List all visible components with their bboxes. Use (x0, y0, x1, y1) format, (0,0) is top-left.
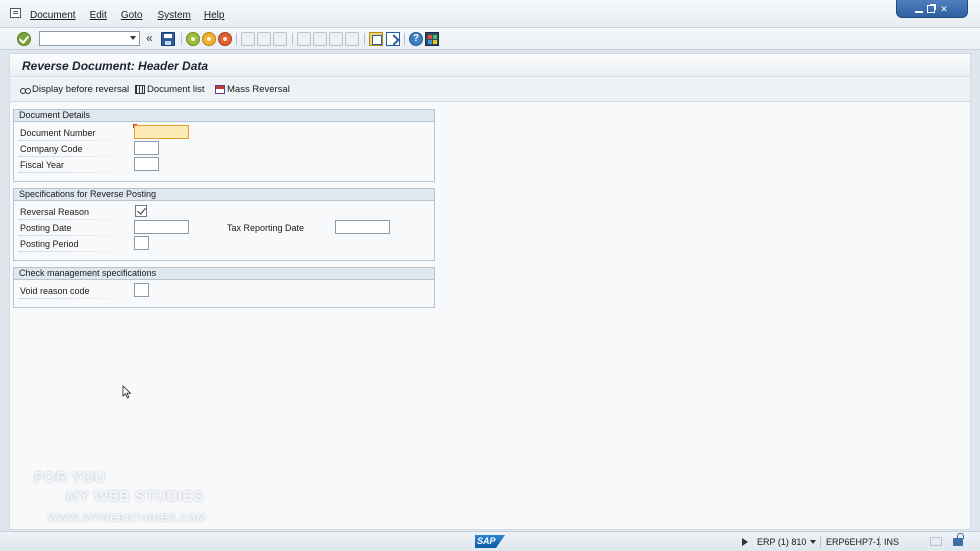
content-area: Reverse Document: Header Data Display be… (9, 53, 971, 530)
title-bar: Reverse Document: Header Data (10, 54, 970, 77)
menu-bar: Document Edit Goto System Help ✕ (0, 0, 980, 28)
chevron-down-icon[interactable] (130, 36, 136, 40)
list-icon (135, 85, 145, 94)
menu-system[interactable]: System (158, 10, 191, 21)
document-list-button[interactable]: Document list (135, 84, 205, 95)
reversal-reason-label: Reversal Reason (20, 207, 90, 217)
toolbar-separator (364, 33, 365, 45)
label-underline (18, 156, 132, 157)
group-heading: Document Details (14, 110, 434, 122)
reverse-posting-group: Specifications for Reverse Posting Rever… (13, 188, 435, 261)
display-before-reversal-button[interactable]: Display before reversal (20, 84, 129, 95)
cancel-icon[interactable] (218, 32, 232, 46)
lock-icon[interactable] (953, 533, 964, 546)
window-controls: ✕ (896, 0, 968, 18)
status-separator (879, 536, 880, 548)
sap-logo: SAP (475, 535, 505, 548)
back-icon[interactable] (186, 32, 200, 46)
label-underline (18, 251, 132, 252)
document-number-field[interactable] (133, 124, 189, 139)
find-next-icon[interactable] (273, 32, 287, 46)
group-heading: Specifications for Reverse Posting (14, 189, 434, 201)
input-mode[interactable]: INS (884, 537, 899, 547)
status-icon (930, 537, 942, 546)
exit-icon[interactable] (202, 32, 216, 46)
collapse-command-icon[interactable]: « (146, 32, 156, 47)
chevron-down-icon[interactable] (810, 540, 816, 544)
system-info[interactable]: ERP (1) 810 (757, 537, 806, 547)
posting-date-field[interactable] (134, 220, 189, 234)
mouse-cursor-icon (122, 385, 132, 399)
label-underline (18, 140, 132, 141)
document-list-label: Document list (147, 84, 205, 95)
shortcut-icon[interactable] (386, 32, 400, 46)
last-page-icon[interactable] (345, 32, 359, 46)
company-code-label: Company Code (20, 144, 83, 154)
menu-edit[interactable]: Edit (90, 10, 107, 21)
next-page-icon[interactable] (329, 32, 343, 46)
server-name: ERP6EHP7-1 (826, 537, 882, 547)
toolbar-separator (404, 33, 405, 45)
menu-app-icon[interactable] (10, 8, 21, 18)
help-icon[interactable]: ? (409, 32, 423, 46)
page-title: Reverse Document: Header Data (22, 59, 209, 73)
menu-help[interactable]: Help (204, 10, 225, 21)
standard-toolbar: « ? (0, 28, 980, 50)
application-toolbar: Display before reversal Document list Ma… (10, 78, 970, 102)
play-icon[interactable] (742, 538, 748, 546)
status-separator (820, 536, 821, 548)
toolbar-separator (236, 33, 237, 45)
void-reason-code-label: Void reason code (20, 286, 90, 296)
toolbar-separator (181, 33, 182, 45)
glasses-icon (20, 85, 31, 94)
company-code-field[interactable] (134, 141, 159, 155)
void-reason-code-field[interactable] (134, 283, 149, 297)
fiscal-year-label: Fiscal Year (20, 160, 65, 170)
posting-period-label: Posting Period (20, 239, 79, 249)
first-page-icon[interactable] (297, 32, 311, 46)
watermark-line-2: MY WEB STUDIES (66, 488, 204, 505)
menu-goto[interactable]: Goto (121, 10, 143, 21)
tax-reporting-date-label: Tax Reporting Date (227, 223, 305, 233)
document-details-group: Document Details Document Number Company… (13, 109, 435, 182)
posting-period-field[interactable] (134, 236, 149, 250)
command-field[interactable] (39, 31, 140, 46)
group-heading: Check management specifications (14, 268, 434, 280)
label-underline (18, 172, 132, 173)
mass-reversal-label: Mass Reversal (227, 84, 290, 95)
label-underline (18, 219, 132, 220)
save-icon[interactable] (161, 32, 175, 46)
toolbar-separator (292, 33, 293, 45)
restore-icon[interactable] (927, 4, 935, 13)
mass-reversal-icon (215, 85, 225, 94)
check-management-group: Check management specifications Void rea… (13, 267, 435, 308)
minimize-icon[interactable] (915, 5, 923, 13)
watermark-line-1: FOR YOU (34, 469, 106, 486)
fiscal-year-field[interactable] (134, 157, 159, 171)
label-underline (18, 235, 132, 236)
posting-date-label: Posting Date (20, 223, 72, 233)
ok-icon[interactable] (17, 32, 31, 46)
previous-page-icon[interactable] (313, 32, 327, 46)
menu-document[interactable]: Document (30, 10, 76, 21)
print-icon[interactable] (241, 32, 255, 46)
reversal-reason-checkbox[interactable] (135, 205, 147, 217)
label-underline (18, 298, 132, 299)
watermark-url: WWW.MYWEBSTUDIES.COM (48, 513, 207, 524)
layout-icon[interactable] (425, 32, 439, 46)
display-before-reversal-label: Display before reversal (32, 84, 130, 95)
status-bar: SAP ERP (1) 810 ERP6EHP7-1 INS (0, 531, 980, 551)
document-number-label: Document Number (20, 128, 96, 138)
find-icon[interactable] (257, 32, 271, 46)
menu-items: Document Edit Goto System Help (30, 10, 224, 21)
tax-reporting-date-field[interactable] (335, 220, 390, 234)
mass-reversal-button[interactable]: Mass Reversal (215, 84, 290, 95)
close-icon[interactable]: ✕ (939, 4, 949, 14)
create-session-icon[interactable] (369, 32, 383, 46)
